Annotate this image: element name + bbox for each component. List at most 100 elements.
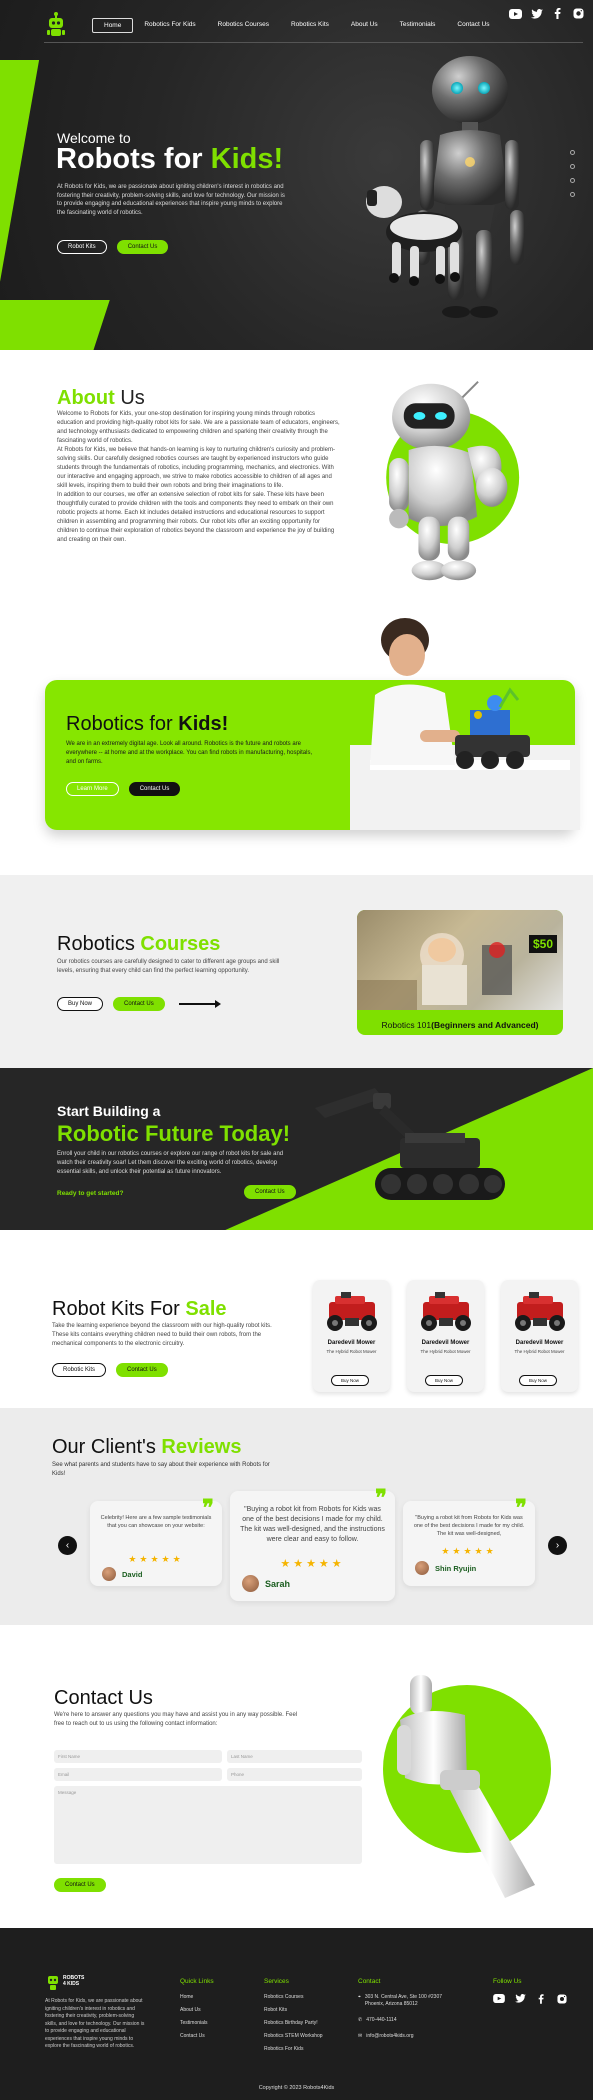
footer-service-link[interactable]: Robotics STEM Workshop (264, 2033, 323, 2039)
kit-card[interactable]: Daredevil Mower The Hybrid Robot Mower Buy… (313, 1280, 390, 1392)
youtube-icon[interactable] (509, 8, 522, 19)
twitter-icon[interactable] (514, 1994, 526, 2004)
kits-contact-button[interactable]: Contact Us (116, 1363, 168, 1377)
contact-submit-button[interactable]: Contact Us (54, 1878, 106, 1892)
hero-buttons: Robot Kits Contact Us (57, 240, 169, 254)
review-text: "Buying a robot kit from Robots for Kids… (413, 1515, 525, 1537)
last-name-field[interactable]: Last Name (227, 1750, 362, 1763)
course-label-main: Robotics 101 (381, 1020, 432, 1030)
mower-image (421, 1292, 471, 1331)
facebook-icon[interactable] (551, 8, 564, 19)
slider-dot[interactable] (570, 192, 575, 197)
hero-title-main: Robots for (56, 143, 211, 175)
banner-contact-button[interactable]: Contact Us (128, 782, 181, 796)
hero-description: At Robots for Kids, we are passionate ab… (57, 184, 285, 217)
nav-item-robotics-for-kids[interactable]: Robotics For Kids (133, 18, 206, 33)
nav-item-robotics-kits[interactable]: Robotics Kits (280, 18, 340, 33)
review-card: ❞ "Buying a robot kit from Robots for Kid… (403, 1495, 535, 1586)
hero-contact-button[interactable]: Contact Us (116, 240, 169, 254)
first-name-field[interactable]: First Name (54, 1750, 222, 1763)
avatar (242, 1575, 259, 1592)
kit-buy-now-button[interactable]: Buy Now (425, 1375, 464, 1386)
course-label: Robotics 101(Beginners and Advanced) (357, 1020, 563, 1030)
nav-item-robotics-courses[interactable]: Robotics Courses (207, 18, 280, 33)
courses-title-main: Robotics (57, 933, 141, 955)
footer-phone[interactable]: ✆ 470-440-1114 (358, 2017, 458, 2024)
courses-buttons: Buy Now Contact Us (57, 997, 221, 1011)
review-author: Sarah (242, 1575, 290, 1592)
footer-service-link[interactable]: Robotics Birthday Party! (264, 2020, 323, 2026)
footer-email[interactable]: ✉ info@robots4kids.org (358, 2033, 458, 2040)
address-text: 303 N. Central Ave, Ste 100 #2307 Phoeni… (364, 1994, 443, 2007)
buy-now-button[interactable]: Buy Now (57, 997, 104, 1011)
author-name: Sarah (265, 1578, 291, 1589)
kit-subtitle: The Hybrid Robot Mower (514, 1349, 565, 1354)
message-field[interactable]: Message (54, 1786, 362, 1864)
kit-card[interactable]: Daredevil Mower The Hybrid Robot Mower Buy… (501, 1280, 578, 1392)
site-logo-icon[interactable] (44, 10, 68, 40)
kits-title-main: Robot Kits For (52, 1298, 186, 1320)
start-contact-button[interactable]: Contact Us (244, 1185, 296, 1199)
facebook-icon[interactable] (535, 1994, 547, 2004)
robot-kits-button[interactable]: Robot Kits (57, 240, 107, 254)
kit-name: Daredevil Mower (327, 1340, 376, 1346)
quick-links-heading: Quick Links (180, 1978, 214, 1985)
footer-service-link[interactable]: Robotics For Kids (264, 2046, 323, 2052)
footer-link-contact-us[interactable]: Contact Us (180, 2033, 214, 2039)
star-rating: ★★★★★ (441, 1546, 497, 1556)
footer-quick-links: Quick Links Home About Us Testimonials Cont… (180, 1978, 214, 2046)
footer-service-link[interactable]: Robot Kits (264, 2007, 323, 2013)
instagram-icon[interactable] (556, 1994, 568, 2004)
kits-title: Robot Kits For Sale (52, 1298, 227, 1321)
twitter-icon[interactable] (530, 8, 543, 19)
footer-logo-line2: 4 KIDS (63, 1981, 80, 1987)
about-title: About Us (57, 387, 145, 410)
contact-heading: Contact (358, 1978, 381, 1985)
nav-links: Home Robotics For Kids Robotics Courses Rob… (92, 17, 501, 33)
robotic-kits-button[interactable]: Robotic Kits (52, 1363, 107, 1377)
courses-description: Our robotics courses are carefully desig… (57, 959, 280, 974)
chevron-right-icon[interactable]: › (548, 1536, 567, 1555)
footer-service-link[interactable]: Robotics Courses (264, 1994, 323, 2000)
contact-section: Contact Us We're here to answer any ques… (0, 1625, 593, 1928)
kits-buttons: Robotic Kits Contact Us (52, 1363, 168, 1377)
instagram-icon[interactable] (572, 8, 585, 19)
learn-more-button[interactable]: Learn More (66, 782, 119, 796)
kit-card[interactable]: Daredevil Mower The Hybrid Robot Mower Buy… (407, 1280, 484, 1392)
author-name: David (122, 1569, 143, 1579)
contact-description: We're here to answer any questions you m… (54, 1712, 298, 1727)
nav-item-about-us[interactable]: About Us (340, 18, 389, 33)
kid-with-robot-image (350, 618, 580, 830)
nav-item-home[interactable]: Home (92, 17, 134, 33)
author-name: Shin Ryujin (435, 1563, 477, 1573)
footer-link-about-us[interactable]: About Us (180, 2007, 214, 2013)
avatar (102, 1567, 116, 1581)
location-pin-icon: ⌖ (358, 1994, 361, 2000)
kit-buy-now-button[interactable]: Buy Now (519, 1375, 558, 1386)
kits-title-accent: Sale (185, 1298, 227, 1320)
email-field[interactable]: Email (54, 1768, 222, 1781)
slider-dot[interactable] (570, 150, 575, 155)
phone-field[interactable]: Phone (227, 1768, 362, 1781)
nav-item-testimonials[interactable]: Testimonials (389, 18, 447, 33)
nav-item-contact-us[interactable]: Contact Us (446, 18, 500, 33)
slider-dot[interactable] (570, 164, 575, 169)
footer-address: ⌖ 303 N. Central Ave, Ste 100 #2307 Phoen… (358, 1994, 458, 2008)
courses-contact-button[interactable]: Contact Us (113, 997, 165, 1011)
slider-dot[interactable] (570, 178, 575, 183)
footer-link-home[interactable]: Home (180, 1994, 214, 2000)
kit-subtitle: The Hybrid Robot Mower (326, 1349, 377, 1354)
start-title-line1: Start Building a (57, 1103, 161, 1119)
footer-link-testimonials[interactable]: Testimonials (180, 2020, 214, 2026)
chevron-left-icon[interactable]: ‹ (58, 1536, 77, 1555)
kit-buy-now-button[interactable]: Buy Now (331, 1375, 370, 1386)
kit-subtitle: The Hybrid Robot Mower (420, 1349, 471, 1354)
ready-text: Ready to get started? (57, 1190, 124, 1197)
start-building-section: Start Building a Robotic Future Today! E… (0, 1068, 593, 1230)
youtube-icon[interactable] (493, 1994, 505, 2004)
about-title-accent: About (57, 387, 115, 409)
footer-about: At Robots for Kids, we are passionate ab… (45, 1998, 145, 2049)
follow-heading: Follow Us (493, 1978, 522, 1985)
hero-social-icons (509, 8, 585, 19)
course-card[interactable]: $50 Robotics 101(Beginners and Advanced) (357, 910, 563, 1035)
